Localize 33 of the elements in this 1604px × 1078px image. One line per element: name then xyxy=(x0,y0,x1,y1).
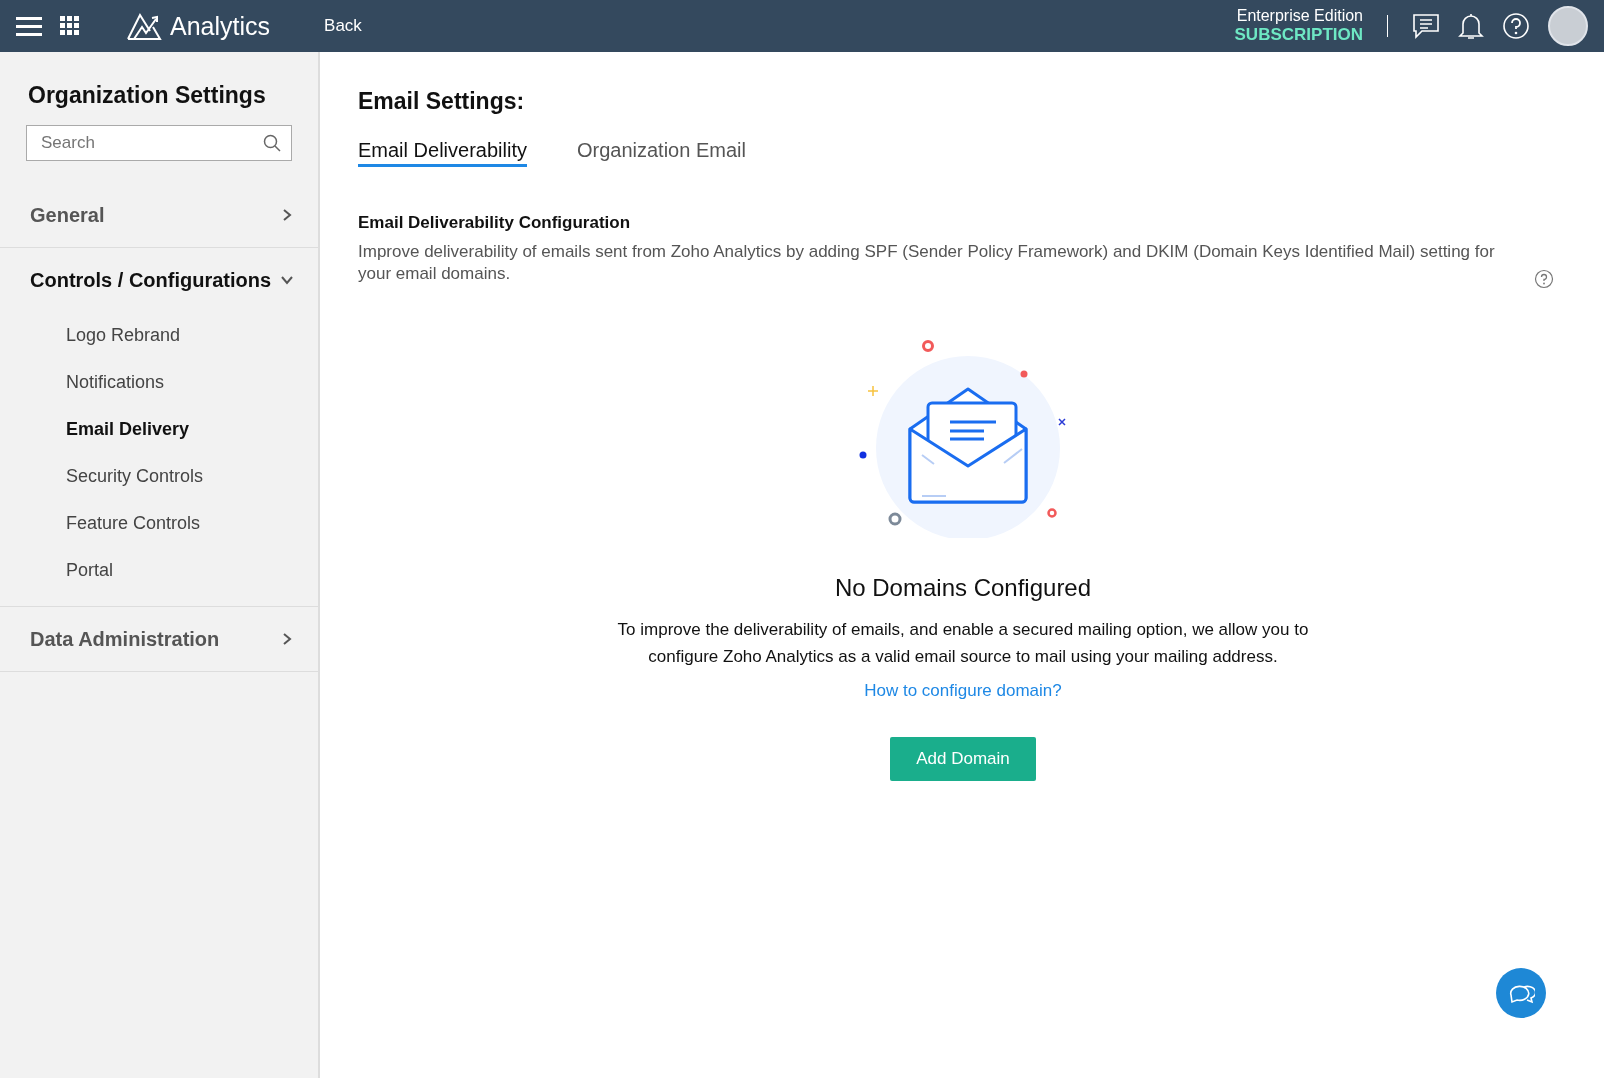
sidebar-item[interactable]: Logo Rebrand xyxy=(0,312,318,359)
chat-message-icon[interactable] xyxy=(1412,13,1440,39)
menu-icon[interactable] xyxy=(16,16,42,36)
search-input[interactable]: Search xyxy=(39,132,263,154)
apps-grid-icon[interactable] xyxy=(60,16,80,36)
search-field[interactable]: Search xyxy=(26,125,292,161)
sidebar-item[interactable]: Notifications xyxy=(0,359,318,406)
page-title: Email Settings: xyxy=(358,88,526,115)
description-text: Improve deliverability of emails sent from Zoho Analytics by adding SPF (Sender Policy Framework) and DKIM (Domain Keys Identified Mail) setting for your email domains. xyxy=(358,241,1496,286)
tab[interactable]: Email Deliverability xyxy=(358,139,527,167)
sidebar-item[interactable]: Feature Controls xyxy=(0,500,318,547)
help-link[interactable]: How to configure domain? xyxy=(864,680,1062,701)
empty-state-text: To improve the deliverability of emails, and enable a secured mailing option, we allow you to configure Zoho Analytics as a valid email source to mail using your mailing address. xyxy=(616,619,1310,669)
mountain-chart-icon xyxy=(126,11,162,41)
section-title: Email Deliverability Configuration xyxy=(358,213,632,233)
sidebar-section[interactable]: Controls / Configurations xyxy=(0,248,318,312)
sidebar-title: Organization Settings xyxy=(27,81,267,110)
app-name: Analytics xyxy=(170,11,271,41)
sidebar-section[interactable]: General xyxy=(0,183,318,247)
sidebar-section[interactable]: Data Administration xyxy=(0,607,318,671)
edition-label: Enterprise Edition xyxy=(1236,6,1363,26)
notification-bell-icon[interactable] xyxy=(1458,12,1484,40)
tab[interactable]: Organization Email xyxy=(576,139,746,167)
search-icon xyxy=(263,134,281,152)
chat-bubbles-icon[interactable] xyxy=(1496,968,1546,1018)
back-link[interactable]: Back xyxy=(318,15,368,37)
sidebar-item[interactable]: Email Delivery xyxy=(0,406,318,453)
subscription-link[interactable]: SUBSCRIPTION xyxy=(1234,25,1363,46)
empty-state-title: No Domains Configured xyxy=(834,574,1092,603)
sidebar-item[interactable]: Portal xyxy=(0,547,318,594)
sidebar-item[interactable]: Security Controls xyxy=(0,453,318,500)
help-icon[interactable] xyxy=(1534,269,1554,290)
user-avatar[interactable] xyxy=(1548,6,1588,46)
